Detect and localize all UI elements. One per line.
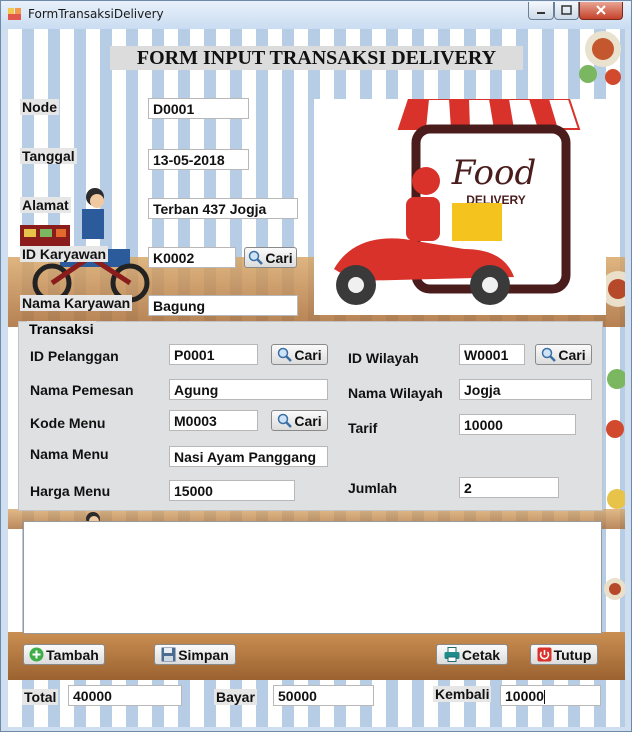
- minimize-icon: [537, 12, 545, 14]
- food-side-decoration: [604, 369, 625, 600]
- maximize-icon: [561, 5, 572, 15]
- tutup-button[interactable]: Tutup: [530, 644, 598, 665]
- kode-menu-field[interactable]: M0003: [169, 410, 258, 431]
- cari-pelanggan-button[interactable]: Cari: [271, 344, 328, 365]
- bayar-label: Bayar: [214, 689, 257, 705]
- id-karyawan-label: ID Karyawan: [20, 246, 109, 262]
- transaksi-group-title: Transaksi: [27, 321, 96, 337]
- magnifier-icon: [249, 250, 264, 265]
- close-icon: [596, 5, 606, 15]
- food-delivery-scooter-picture: Food DELIVERY: [334, 98, 581, 305]
- close-button[interactable]: [579, 2, 623, 20]
- node-field[interactable]: D0001: [148, 98, 249, 119]
- title-bar[interactable]: FormTransaksiDelivery: [1, 1, 631, 29]
- plus-circle-icon: [29, 647, 44, 662]
- magnifier-icon: [278, 347, 293, 362]
- id-pelanggan-label: ID Pelanggan: [30, 348, 119, 364]
- id-pelanggan-field[interactable]: P0001: [169, 344, 258, 365]
- jumlah-field[interactable]: 2: [459, 477, 559, 498]
- maximize-button[interactable]: [554, 2, 579, 20]
- tarif-field[interactable]: 10000: [459, 414, 576, 435]
- id-karyawan-field[interactable]: K0002: [148, 247, 236, 268]
- nama-karyawan-field[interactable]: Bagung: [148, 295, 298, 316]
- jumlah-label: Jumlah: [348, 480, 398, 496]
- transaksi-groupbox: Transaksi ID Pelanggan P0001 Cari Nama P…: [18, 321, 603, 511]
- tutup-label: Tutup: [553, 646, 592, 663]
- kembali-label: Kembali: [433, 686, 492, 702]
- form-client-area: FORM INPUT TRANSAKSI DELIVERY Node D0001…: [8, 29, 625, 727]
- id-wilayah-field[interactable]: W0001: [459, 344, 525, 365]
- tanggal-field[interactable]: 13-05-2018: [148, 149, 249, 170]
- kembali-field[interactable]: 10000: [500, 685, 601, 706]
- tambah-label: Tambah: [46, 646, 99, 663]
- form-title: FORM INPUT TRANSAKSI DELIVERY: [110, 46, 523, 70]
- alamat-label: Alamat: [20, 197, 71, 213]
- kembali-value: 10000: [505, 688, 544, 704]
- nama-menu-label: Nama Menu: [30, 446, 109, 462]
- harga-menu-label: Harga Menu: [30, 483, 111, 499]
- magnifier-icon: [278, 413, 293, 428]
- cari-menu-button[interactable]: Cari: [271, 410, 328, 431]
- harga-menu-field[interactable]: 15000: [169, 480, 295, 501]
- cari-label: Cari: [265, 249, 293, 266]
- window-title: FormTransaksiDelivery: [28, 7, 164, 21]
- simpan-button[interactable]: Simpan: [154, 644, 236, 665]
- id-wilayah-label: ID Wilayah: [348, 350, 419, 366]
- food-delivery-illustration: Food DELIVERY: [314, 98, 606, 315]
- tambah-button[interactable]: Tambah: [23, 644, 105, 665]
- kode-menu-label: Kode Menu: [30, 415, 106, 431]
- magnifier-icon: [542, 347, 557, 362]
- cari-label: Cari: [294, 412, 322, 429]
- food-corner-decoration: [579, 31, 621, 85]
- tarif-label: Tarif: [348, 420, 378, 436]
- app-window: FormTransaksiDelivery FORM INPUT TRANSAK…: [0, 0, 632, 732]
- cetak-label: Cetak: [461, 646, 501, 663]
- node-label: Node: [20, 99, 59, 115]
- total-label: Total: [22, 689, 59, 705]
- nama-pemesan-field[interactable]: Agung: [169, 379, 328, 400]
- cari-wilayah-button[interactable]: Cari: [535, 344, 592, 365]
- food-logo-text: Food: [451, 153, 536, 193]
- nama-wilayah-field[interactable]: Jogja: [459, 379, 592, 400]
- nama-wilayah-label: Nama Wilayah: [348, 385, 443, 401]
- cetak-button[interactable]: Cetak: [436, 644, 508, 665]
- transaction-list-area[interactable]: [23, 521, 602, 634]
- text-cursor: [543, 690, 545, 705]
- nama-pemesan-label: Nama Pemesan: [30, 382, 134, 398]
- nama-karyawan-label: Nama Karyawan: [20, 295, 133, 311]
- bayar-field[interactable]: 50000: [273, 685, 374, 706]
- nama-menu-field[interactable]: Nasi Ayam Panggang: [169, 446, 328, 467]
- cari-karyawan-button[interactable]: Cari: [244, 247, 297, 268]
- floppy-icon: [161, 647, 176, 662]
- printer-icon: [444, 647, 460, 662]
- alamat-field[interactable]: Terban 437 Jogja: [148, 198, 298, 219]
- simpan-label: Simpan: [178, 646, 229, 663]
- tanggal-label: Tanggal: [20, 148, 77, 164]
- minimize-button[interactable]: [528, 2, 554, 20]
- cari-label: Cari: [558, 346, 586, 363]
- cari-label: Cari: [294, 346, 322, 363]
- app-icon: [8, 8, 21, 20]
- power-icon: [537, 647, 552, 662]
- total-field[interactable]: 40000: [68, 685, 182, 706]
